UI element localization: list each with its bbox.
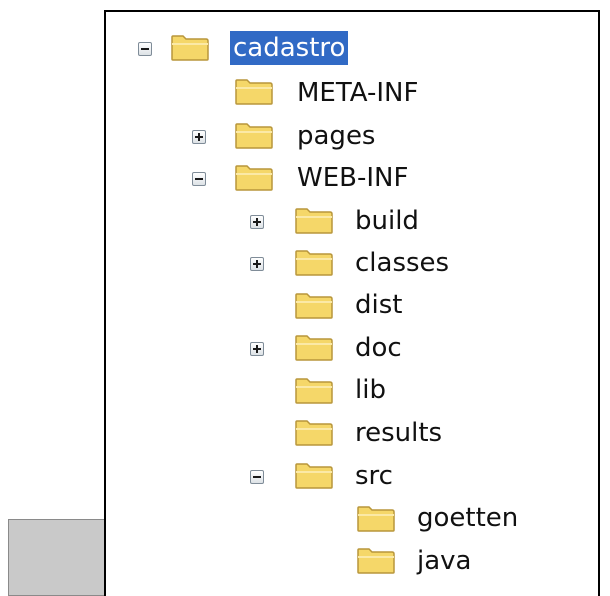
folder-icon [171, 35, 209, 61]
folder-icon [235, 79, 273, 105]
gray-panel [8, 519, 105, 596]
expand-plus-icon[interactable] [250, 257, 264, 271]
expand-plus-icon[interactable] [250, 215, 264, 229]
folder-icon [295, 463, 333, 489]
collapse-minus-icon[interactable] [192, 172, 206, 186]
tree-node-label[interactable]: META-INF [294, 76, 421, 110]
tree-node-label[interactable]: lib [352, 373, 389, 407]
tree-node-label[interactable]: pages [294, 119, 378, 153]
collapse-minus-icon[interactable] [138, 42, 152, 56]
folder-icon [295, 293, 333, 319]
tree-node-label[interactable]: results [352, 416, 445, 450]
folder-icon [235, 123, 273, 149]
tree-node-label[interactable]: classes [352, 246, 452, 280]
folder-icon [295, 335, 333, 361]
expand-plus-icon[interactable] [192, 130, 206, 144]
tree-node-label[interactable]: src [352, 459, 396, 493]
tree-node-label[interactable]: java [414, 544, 474, 578]
tree-node-label[interactable]: dist [352, 288, 405, 322]
tree-node-label[interactable]: build [352, 204, 422, 238]
folder-icon [295, 420, 333, 446]
expand-plus-icon[interactable] [250, 342, 264, 356]
collapse-minus-icon[interactable] [250, 470, 264, 484]
tree-node-label[interactable]: cadastro [230, 31, 349, 65]
tree-node-label[interactable]: goetten [414, 501, 521, 535]
folder-icon [295, 250, 333, 276]
folder-icon [295, 208, 333, 234]
tree-node-label[interactable]: WEB-INF [294, 161, 411, 195]
tree-node-label[interactable]: doc [352, 331, 405, 365]
folder-icon [235, 165, 273, 191]
folder-icon [357, 548, 395, 574]
screenshot-canvas: cadastro META-INF pages WEB-INF build cl… [0, 0, 610, 596]
folder-icon [357, 506, 395, 532]
folder-tree-panel: cadastro META-INF pages WEB-INF build cl… [104, 10, 600, 596]
folder-icon [295, 378, 333, 404]
